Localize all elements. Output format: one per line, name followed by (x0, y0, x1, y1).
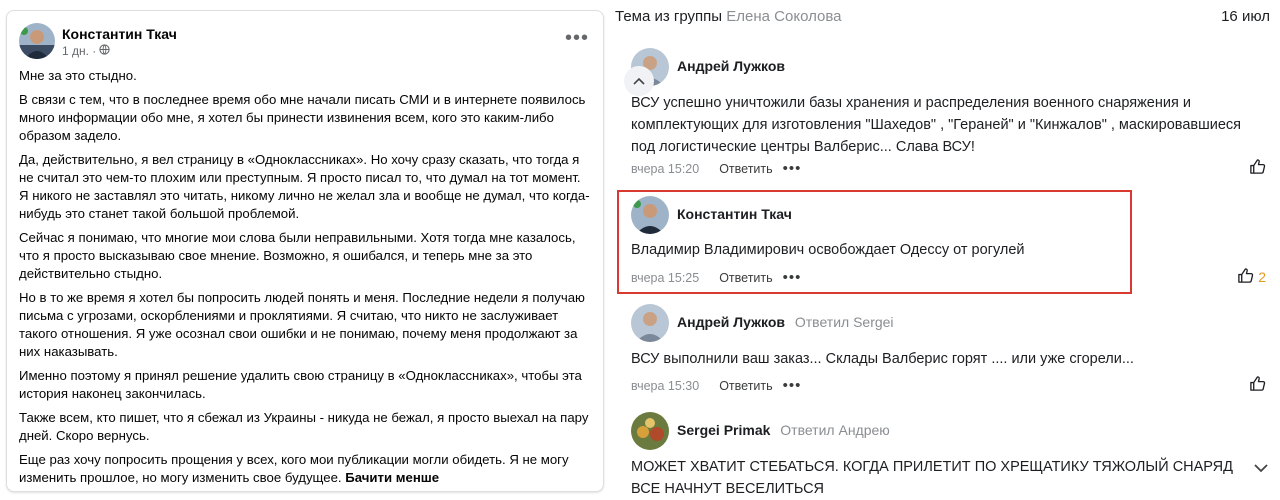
post-paragraph-text: Еще раз хочу попросить прощения у всех, … (19, 452, 569, 485)
reply-button[interactable]: Ответить (719, 379, 772, 393)
comment-author[interactable]: Андрей Лужков (677, 58, 785, 74)
post-paragraph-last: Еще раз хочу попросить прощения у всех, … (19, 451, 591, 487)
read-less-link[interactable]: Бачити менше (345, 470, 439, 485)
post-body: Мне за это стыдно. В связи с тем, что в … (19, 67, 591, 491)
globe-icon (99, 44, 110, 58)
comment-text: МОЖЕТ ХВАТИТ СТЕБАТЬСЯ. КОГДА ПРИЛЕТИТ П… (631, 459, 1233, 497)
avatar[interactable] (631, 412, 669, 450)
comment-author-name[interactable]: Андрей Лужков (677, 314, 785, 330)
thumbs-up-icon (1249, 158, 1266, 178)
post-paragraph: Мне за это стыдно. (19, 68, 137, 83)
post-time[interactable]: 1 дн. · (62, 44, 96, 58)
avatar[interactable] (631, 304, 669, 342)
post-paragraph: Но в то же время я хотел бы попросить лю… (19, 290, 585, 359)
comment-author-name[interactable]: Sergei Primak (677, 422, 770, 438)
comment-time[interactable]: вчера 15:30 (631, 379, 699, 393)
post-paragraph: Сейчас я понимаю, что многие мои слова б… (19, 230, 576, 281)
comment-author[interactable]: Андрей Лужков Ответил Sergei (677, 314, 894, 330)
post-card: Константин Ткач 1 дн. · ••• Мне за это с… (6, 10, 604, 492)
comment-author[interactable]: Sergei Primak Ответил Андрею (677, 422, 890, 438)
comment-actions: вчера 15:30 Ответить ••• (631, 377, 801, 394)
post-paragraph: Да, действительно, я вел страницу в «Одн… (19, 152, 590, 221)
post-meta: 1 дн. · (62, 44, 110, 58)
replied-to-label: Ответил Sergei (794, 314, 894, 330)
like-button[interactable] (1249, 375, 1266, 395)
post-paragraph: Именно поэтому я принял решение удалить … (19, 368, 582, 401)
post-author-name[interactable]: Константин Ткач (62, 26, 177, 42)
thread-date: 16 июл (1221, 8, 1270, 25)
comment-time[interactable]: вчера 15:20 (631, 162, 699, 176)
like-button[interactable]: 2 (1237, 267, 1266, 287)
replied-to-label: Ответил Андрею (780, 422, 890, 438)
more-options-icon[interactable]: ••• (565, 28, 589, 48)
like-button[interactable] (1249, 158, 1266, 178)
thread-header: Тема из группы Елена Соколова 16 июл (615, 8, 1270, 25)
chevron-up-icon[interactable] (624, 66, 654, 96)
more-options-icon[interactable]: ••• (783, 160, 802, 177)
comment-text: ВСУ выполнили ваш заказ... Склады Валбер… (631, 351, 1134, 367)
thumbs-up-icon (1237, 267, 1254, 287)
highlight-box (617, 190, 1132, 294)
more-options-icon[interactable]: ••• (783, 377, 802, 394)
post-paragraph: В связи с тем, что в последнее время обо… (19, 92, 586, 143)
author-avatar[interactable] (19, 23, 55, 59)
comment-actions: вчера 15:20 Ответить ••• (631, 160, 801, 177)
post-paragraph: Также всем, кто пишет, что я сбежал из У… (19, 410, 589, 443)
comment-text: ВСУ успешно уничтожили базы хранения и р… (631, 95, 1241, 155)
group-name-link[interactable]: Елена Соколова (726, 8, 841, 25)
thread-prefix: Тема из группы (615, 8, 723, 25)
like-count: 2 (1258, 269, 1266, 285)
thumbs-up-icon (1249, 375, 1266, 395)
reply-button[interactable]: Ответить (719, 162, 772, 176)
chevron-down-icon[interactable] (1251, 458, 1271, 478)
